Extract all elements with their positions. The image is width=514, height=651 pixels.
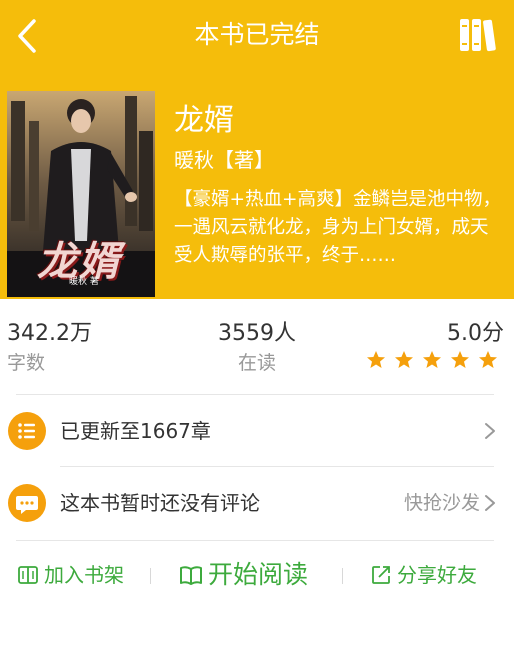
book-intro[interactable]: 【豪婿+热血+高爽】金鳞岂是池中物，一遇风云就化龙，身为上门女婿，成天受人欺辱的… [174, 186, 506, 270]
reader-count: 3559人 [218, 321, 296, 346]
chapter-list-row[interactable]: 已更新至1667章 [0, 396, 514, 466]
add-to-shelf-label: 加入书架 [44, 563, 124, 587]
book-stats: 342.2万 字数 3559人 在读 5.0分 [0, 300, 514, 392]
comments-row[interactable]: 这本书暂时还没有评论 快抢沙发 [0, 468, 514, 538]
share-icon [372, 566, 390, 584]
separator [342, 568, 343, 584]
star-icon [479, 351, 497, 368]
book-header: 龙婿 暖秋 著 龙婿 暖秋【著】 【豪婿+热血+高爽】金鳞岂是池中物，一遇风云就… [0, 72, 514, 299]
book-score: 5.0分 [447, 321, 504, 346]
bottom-actions: 加入书架 开始阅读 分享好友 [0, 548, 514, 604]
star-icon [395, 351, 413, 368]
comment-icon [8, 484, 46, 522]
bookshelf-icon [460, 19, 496, 52]
top-bar: 本书已完结 [0, 0, 514, 72]
divider [16, 540, 494, 541]
comments-empty-text: 这本书暂时还没有评论 [60, 491, 260, 515]
separator [150, 568, 151, 584]
chapter-update-text: 已更新至1667章 [60, 419, 211, 443]
page-title: 本书已完结 [194, 20, 320, 49]
book-add-icon [18, 566, 38, 584]
grab-sofa-link[interactable]: 快抢沙发 [404, 490, 480, 516]
list-icon [8, 412, 46, 450]
star-icon [423, 351, 441, 368]
book-cover[interactable]: 龙婿 暖秋 著 [7, 91, 155, 297]
add-to-shelf-button[interactable]: 加入书架 [16, 560, 124, 590]
chevron-right-icon [485, 495, 495, 511]
share-button[interactable]: 分享好友 [370, 560, 477, 590]
star-icon [451, 351, 469, 368]
start-reading-label: 开始阅读 [208, 560, 309, 589]
cover-author: 暖秋 著 [69, 277, 99, 287]
chevron-right-icon [485, 423, 495, 439]
rating-stars [366, 350, 498, 370]
start-reading-button[interactable]: 开始阅读 [178, 560, 308, 590]
share-label: 分享好友 [397, 563, 477, 587]
bookshelf-button[interactable] [458, 16, 498, 54]
book-author[interactable]: 暖秋【著】 [174, 146, 274, 174]
star-icon [367, 351, 385, 368]
divider [60, 466, 494, 467]
open-book-icon [180, 566, 202, 585]
divider [16, 394, 494, 395]
book-title: 龙婿 [174, 103, 234, 138]
